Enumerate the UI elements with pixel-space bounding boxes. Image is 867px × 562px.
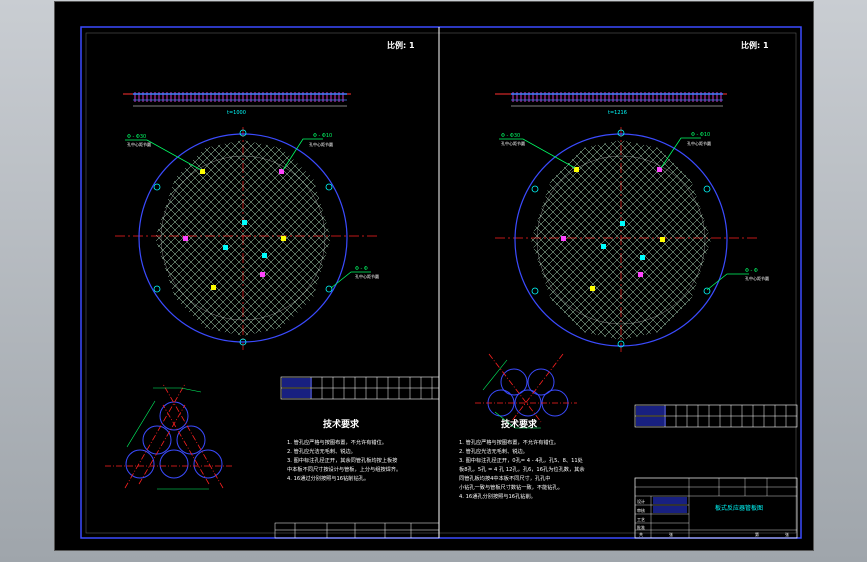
title-footer: 张 (785, 531, 789, 537)
hole-marker (281, 236, 286, 241)
pitch-label: t=1000 (227, 110, 246, 116)
tech-requirement-line: 1. 管孔应严格与按图布置，不允许有错位。 (287, 438, 387, 446)
hole-marker (242, 220, 247, 225)
title-block: 板式反应器管板图 设计 审核 工艺 批准 共 张 第 张 (634, 477, 798, 539)
title-row-label: 工艺 (637, 517, 645, 522)
tech-requirement-line: 4. 16通过分别按照与16钻削钻孔。 (287, 474, 369, 482)
tech-requirement-line: 1. 管孔应严格与按图布置，不允许有错位。 (459, 438, 559, 446)
parts-table (280, 376, 440, 400)
tech-requirement-line: 2. 管孔应光洁无毛刺、锐边。 (287, 447, 356, 455)
tech-requirement-line: 小钻孔一致与管板尺寸数钻一致，不能钻孔。 (459, 483, 563, 491)
title-footer: 共 (639, 531, 643, 537)
callout-label: 孔中心距节圆 (501, 140, 525, 146)
hole-marker (561, 236, 566, 241)
scale-label: 比例: 1 (741, 40, 769, 50)
title-row-label: 审核 (637, 507, 645, 513)
drawing-border-outer (80, 26, 802, 539)
callout-label: 孔中心距节圆 (745, 275, 769, 281)
tube-sheet-view (495, 127, 759, 352)
tube-pitch-detail (105, 383, 233, 490)
tech-requirement-line: 同管孔板均按4中本板不同尺寸，孔孔中 (459, 474, 551, 482)
drawing-title: 板式反应器管板图 (715, 504, 763, 512)
tech-requirements-list: 1. 管孔应严格与按图布置，不允许有错位。2. 管孔应光洁无毛刺、锐边。3. 图… (459, 438, 585, 500)
hole-marker (620, 221, 625, 226)
callout-label: Φ - Φ (355, 266, 368, 272)
pitch-label: t=1216 (608, 110, 627, 116)
hole-marker (601, 244, 606, 249)
hole-marker (590, 286, 595, 291)
tech-requirement-line: 4. 16通孔分别按照与16孔钻削。 (459, 492, 536, 500)
title-row-label: 设计 (637, 498, 645, 504)
hole-marker (640, 255, 645, 260)
callout-label: Φ - Φ10 (691, 132, 710, 138)
callout-label: Φ - Φ (745, 268, 758, 274)
tech-requirements-list: 1. 管孔应严格与按图布置，不允许有错位。2. 管孔应光洁无毛刺、锐边。3. 图… (287, 438, 401, 482)
tube-sheet-view (115, 127, 377, 350)
revision-table (274, 522, 440, 539)
elevation-strip: t=1216 (495, 92, 727, 116)
hole-marker (211, 285, 216, 290)
drawing-border-inner (85, 32, 797, 534)
callout-label: Φ - Φ30 (501, 133, 520, 139)
title-row-label: 批准 (637, 524, 645, 530)
hole-marker (260, 272, 265, 277)
hole-marker (638, 272, 643, 277)
tech-requirement-line: 2. 管孔应光洁无毛刺、锐边。 (459, 447, 528, 455)
tech-requirement-line: 3. 图中标注孔径正开，其余同管孔板均按上板按 (287, 456, 397, 464)
scale-label: 比例: 1 (387, 40, 415, 50)
callout-leaders (125, 138, 371, 289)
callout-label: Φ - Φ30 (127, 134, 146, 140)
parts-table (634, 404, 798, 428)
callout-label: 孔中心距节圆 (687, 140, 711, 146)
tech-requirements-title: 技术要求 (323, 418, 360, 430)
hole-marker (223, 245, 228, 250)
title-footer: 张 (669, 531, 673, 537)
cad-drawing: 比例: 1 t=1000 Φ - Φ30 孔中心距节圆 Φ - Φ10 孔中心距… (80, 26, 802, 539)
tube-pitch-detail (475, 353, 577, 429)
tech-requirement-line: 中本板不同尺寸按设计与管板，上分与组按焊齐。 (287, 465, 401, 473)
cad-viewport[interactable]: 比例: 1 t=1000 Φ - Φ30 孔中心距节圆 Φ - Φ10 孔中心距… (55, 2, 813, 550)
callout-label: Φ - Φ10 (313, 133, 332, 139)
hole-marker (262, 253, 267, 258)
hole-marker (183, 236, 188, 241)
elevation-strip: t=1000 (123, 92, 351, 116)
hole-marker (660, 237, 665, 242)
callout-label: 孔中心距节圆 (127, 141, 151, 147)
tech-requirements-title: 技术要求 (501, 418, 538, 430)
tech-requirement-line: 板8孔，5孔 = 4 孔 12孔，孔6，16孔为位孔数，其余 (459, 465, 585, 473)
title-footer: 第 (755, 531, 759, 537)
tech-requirement-line: 3. 图中标注孔径正开，0孔= 4 - 4孔，孔5、8、11处 (459, 456, 583, 464)
callout-label: 孔中心距节圆 (355, 273, 379, 279)
callout-label: 孔中心距节圆 (309, 141, 333, 147)
